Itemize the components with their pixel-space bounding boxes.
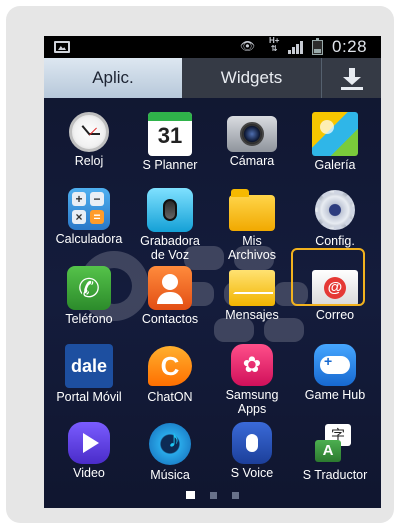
music-icon <box>146 422 194 466</box>
app-label: Game Hub <box>304 388 366 402</box>
s-voice-icon <box>232 422 272 464</box>
app-calculadora[interactable]: + − × = Calculadora <box>49 188 129 246</box>
contacts-icon <box>148 266 192 310</box>
app-mis-archivos[interactable]: Mis Archivos <box>212 188 292 262</box>
gear-icon <box>311 188 359 232</box>
app-reloj[interactable]: Reloj <box>49 112 129 168</box>
translator-icon: 字A <box>311 422 359 466</box>
folder-icon <box>228 188 276 232</box>
samsung-apps-icon: ✿ <box>231 344 273 386</box>
app-contactos[interactable]: Contactos <box>130 266 210 326</box>
gallery-icon <box>312 112 358 156</box>
eye-icon: 👁 <box>240 39 256 53</box>
gamepad-icon <box>314 344 356 386</box>
app-label: S Traductor <box>302 468 368 482</box>
app-game-hub[interactable]: Game Hub <box>295 344 375 402</box>
app-label: Reloj <box>74 154 104 168</box>
tab-apps[interactable]: Aplic. <box>44 58 182 98</box>
chaton-icon: C <box>146 344 194 388</box>
app-label: Contactos <box>141 312 199 326</box>
app-chaton[interactable]: C ChatON <box>130 344 210 404</box>
download-button[interactable] <box>323 58 381 98</box>
battery-icon <box>312 38 323 55</box>
app-label: Música <box>150 468 190 482</box>
app-label: S Planner <box>142 158 198 172</box>
app-drawer-tabs: Aplic. Widgets <box>44 58 381 98</box>
app-correo[interactable]: @ Correo <box>295 266 375 322</box>
app-galeria[interactable]: Galería <box>295 112 375 172</box>
app-s-voice[interactable]: S Voice <box>212 422 292 480</box>
app-label: Grabadora de Voz <box>140 234 200 262</box>
h-plus-icon: H+ ⇅ <box>269 36 280 53</box>
app-portal-movil[interactable]: dale Portal Móvil <box>49 344 129 404</box>
calendar-day: 31 <box>157 123 183 148</box>
video-icon <box>68 422 110 464</box>
app-label: Cámara <box>229 154 275 168</box>
app-config[interactable]: Config. <box>295 188 375 248</box>
app-video[interactable]: Video <box>49 422 129 480</box>
dale-logo-text: dale <box>70 355 108 376</box>
page-indicator[interactable] <box>44 490 381 500</box>
app-label: S Voice <box>230 466 274 480</box>
app-grabadora-de-voz[interactable]: Grabadora de Voz <box>130 188 210 262</box>
network-label: H+ <box>269 36 280 45</box>
app-label: Teléfono <box>65 312 113 326</box>
app-label: ChatON <box>147 390 193 404</box>
app-camara[interactable]: Cámara <box>212 112 292 168</box>
app-label: Portal Móvil <box>56 390 122 404</box>
messages-icon <box>229 270 275 306</box>
signal-icon <box>288 41 304 54</box>
calculator-icon: + − × = <box>68 188 110 230</box>
image-icon <box>54 41 70 53</box>
phone-icon: ✆ <box>67 266 111 310</box>
app-label: Galería <box>314 158 356 172</box>
device-frame: 👁 H+ ⇅ 0:28 Aplic. Widgets Reloj 31 S Pl… <box>6 6 394 523</box>
clock-icon <box>69 112 109 152</box>
status-time: 0:28 <box>332 37 368 56</box>
calendar-icon: 31 <box>148 112 192 156</box>
app-label: Video <box>73 466 105 480</box>
dale-icon: dale <box>65 344 113 388</box>
page-dot-2[interactable] <box>210 491 217 499</box>
camera-icon <box>227 116 277 152</box>
app-label: Correo <box>315 308 355 322</box>
app-label: Samsung Apps <box>225 388 279 416</box>
status-bar: 👁 H+ ⇅ 0:28 <box>44 36 381 58</box>
app-telefono[interactable]: ✆ Teléfono <box>49 266 129 326</box>
app-label: Config. <box>315 234 355 248</box>
app-s-planner[interactable]: 31 S Planner <box>130 112 210 172</box>
phone-screen: 👁 H+ ⇅ 0:28 Aplic. Widgets Reloj 31 S Pl… <box>44 36 381 508</box>
app-samsung-apps[interactable]: ✿ Samsung Apps <box>212 344 292 416</box>
mail-icon: @ <box>312 270 358 306</box>
app-label: Mensajes <box>225 308 279 322</box>
microphone-icon <box>147 188 193 232</box>
app-label: Mis Archivos <box>228 234 276 262</box>
app-mensajes[interactable]: Mensajes <box>212 266 292 322</box>
page-dot-1[interactable] <box>186 491 195 499</box>
download-icon <box>341 66 363 90</box>
app-s-traductor[interactable]: 字A S Traductor <box>295 422 375 482</box>
app-musica[interactable]: Música <box>130 422 210 482</box>
app-label: Calculadora <box>55 232 123 246</box>
page-dot-3[interactable] <box>232 491 239 499</box>
tab-widgets[interactable]: Widgets <box>182 58 322 98</box>
